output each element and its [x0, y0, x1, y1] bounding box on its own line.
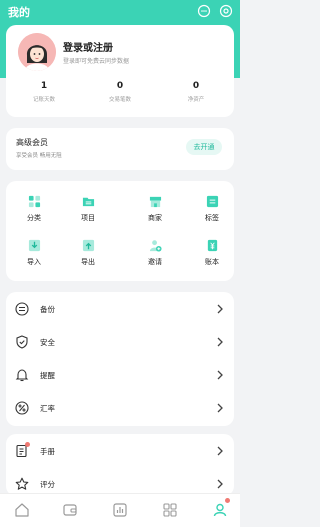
grid-item-tag[interactable]: 标签 [192, 195, 232, 223]
grid-item-invite[interactable]: 邀请 [135, 239, 175, 267]
list-label: 手册 [40, 447, 55, 456]
grid-item-category[interactable]: 分类 [14, 195, 54, 223]
grid-label: 项目 [81, 214, 95, 222]
stat-label: 交易笔数 [108, 97, 131, 103]
settings-icon[interactable] [219, 4, 233, 18]
tag-icon [206, 195, 218, 208]
chevron-right-icon [217, 370, 223, 380]
list-label: 评分 [40, 480, 55, 489]
home-icon[interactable] [14, 502, 30, 518]
list-item-reminder[interactable]: 提醒 [6, 359, 234, 392]
list-label: 汇率 [40, 404, 55, 413]
page-title: 我的 [8, 6, 30, 19]
grid-label: 账本 [205, 258, 219, 266]
exchange-rate-icon [15, 401, 29, 415]
grid-item-merchant[interactable]: 商家 [135, 195, 175, 223]
chevron-right-icon [217, 337, 223, 347]
list-item-manual[interactable]: 手册 [6, 435, 234, 468]
ledger-icon [207, 239, 217, 252]
settings-list: 备份 安全 提醒 汇率 [6, 292, 234, 426]
import-icon [28, 239, 40, 252]
stat-label: 记账天数 [32, 97, 55, 103]
stat-label: 净资产 [187, 97, 205, 103]
vip-title: 高级会员 [16, 138, 48, 147]
store-icon [149, 196, 161, 208]
avatar[interactable] [18, 33, 56, 71]
notification-dot [25, 442, 30, 447]
stat-net-assets: 0 净资产 [158, 81, 234, 103]
grid-label: 商家 [148, 214, 162, 222]
chart-icon[interactable] [112, 502, 128, 518]
star-icon [15, 477, 29, 490]
list-label: 安全 [40, 338, 55, 347]
vip-card: 高级会员 享受会员 畅用无阻 去开通 [6, 128, 234, 170]
list-item-security[interactable]: 安全 [6, 326, 234, 359]
chevron-right-icon [217, 479, 223, 489]
chevron-right-icon [217, 403, 223, 413]
list-item-backup[interactable]: 备份 [6, 293, 234, 326]
login-title[interactable]: 登录或注册 [63, 39, 113, 54]
list-label: 备份 [40, 305, 55, 314]
stat-value: 1 [40, 81, 48, 91]
grid-item-export[interactable]: 导出 [68, 239, 108, 267]
grid-label: 邀请 [148, 258, 162, 266]
list-label: 提醒 [40, 371, 55, 380]
grid-item-import[interactable]: 导入 [14, 239, 54, 267]
bottom-tabbar [0, 493, 240, 527]
apps-icon[interactable] [162, 502, 178, 518]
grid-label: 导入 [27, 258, 41, 266]
grid-label: 分类 [27, 214, 41, 222]
bell-icon [15, 369, 29, 382]
backup-icon [15, 302, 29, 316]
feature-grid: 分类 项目 商家 标签 导入 导出 邀请 账本 [6, 181, 234, 281]
grid-label: 导出 [81, 258, 95, 266]
message-icon[interactable] [197, 4, 211, 18]
login-subtitle: 登录即可免费云同步数据 [63, 58, 130, 65]
invite-icon [149, 240, 162, 252]
user-icon[interactable] [212, 502, 228, 518]
vip-subtitle: 享受会员 畅用无阻 [16, 153, 62, 159]
folder-icon [82, 197, 94, 207]
stats-row: 1 记账天数 0 交易笔数 0 净资产 [6, 81, 234, 103]
grid-item-project[interactable]: 项目 [68, 195, 108, 223]
help-list: 手册 评分 [6, 434, 234, 496]
open-vip-button[interactable]: 去开通 [186, 139, 222, 155]
notification-dot [225, 498, 230, 503]
export-icon [82, 239, 94, 252]
profile-card[interactable]: 登录或注册 登录即可免费云同步数据 1 记账天数 0 交易笔数 0 净资产 [6, 25, 234, 117]
grid-item-ledger[interactable]: 账本 [192, 239, 232, 267]
list-item-exchange-rate[interactable]: 汇率 [6, 392, 234, 425]
stat-value: 0 [116, 81, 124, 91]
stat-days: 1 记账天数 [6, 81, 82, 103]
shield-icon [16, 335, 28, 349]
chevron-right-icon [217, 304, 223, 314]
stat-transactions: 0 交易笔数 [82, 81, 158, 103]
stat-value: 0 [192, 81, 200, 91]
chevron-right-icon [217, 446, 223, 456]
grid-label: 标签 [205, 214, 219, 222]
category-icon [28, 195, 40, 208]
wallet-icon[interactable] [62, 502, 78, 518]
